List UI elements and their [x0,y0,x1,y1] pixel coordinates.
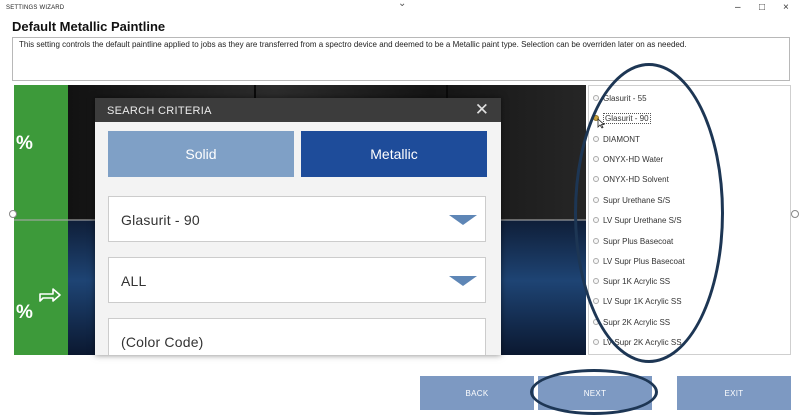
search-criteria-dialog: SEARCH CRITERIA ✕ Solid Metallic Glasuri… [95,98,501,355]
radio-item-onyx-hd-water[interactable]: ONYX-HD Water [593,153,663,165]
radio-button[interactable] [593,258,599,264]
radio-label: Glasurit - 90 [603,112,651,124]
radio-label: Supr 2K Acrylic SS [603,317,671,327]
app-name: SETTINGS WIZARD [6,5,65,11]
radio-item-glasurit-55[interactable]: Glasurit - 55 [593,92,647,104]
radio-item-lv-supr-urethane[interactable]: LV Supr Urethane S/S [593,214,682,226]
radio-label: ONYX-HD Solvent [603,174,669,184]
radio-button[interactable] [593,197,599,203]
paintline-dropdown-value: Glasurit - 90 [121,212,200,228]
radio-item-supr-2k-acrylic[interactable]: Supr 2K Acrylic SS [593,316,670,328]
collapse-chevron-icon[interactable]: ⌄ [398,0,406,9]
radio-label: Supr Plus Basecoat [603,236,674,246]
mouse-cursor-icon [597,116,605,134]
radio-item-supr-1k-acrylic[interactable]: Supr 1K Acrylic SS [593,275,670,287]
radio-button[interactable] [593,176,599,182]
radio-button[interactable] [593,217,599,223]
color-code-placeholder: (Color Code) [121,334,204,350]
radio-button[interactable] [593,278,599,284]
radio-label: Glasurit - 55 [603,93,647,103]
radio-label: Supr 1K Acrylic SS [603,276,671,286]
back-button[interactable]: BACK [420,376,534,410]
setting-description: This setting controls the default paintl… [12,37,790,81]
filter-dropdown[interactable]: ALL [108,257,486,303]
paintline-radio-list: Glasurit - 55 Glasurit - 90 DIAMONT ONYX… [588,85,791,355]
radio-button[interactable] [593,339,599,345]
radio-label: DIAMONT [603,134,640,144]
radio-item-onyx-hd-solvent[interactable]: ONYX-HD Solvent [593,173,669,185]
radio-item-diamont[interactable]: DIAMONT [593,133,640,145]
radio-label: LV Supr 1K Acrylic SS [603,296,682,306]
radio-item-lv-supr-2k-acrylic[interactable]: LV Supr 2K Acrylic SS [593,336,682,348]
close-button[interactable]: × [783,2,789,13]
radio-button[interactable] [593,238,599,244]
resize-handle-left[interactable] [9,210,17,218]
radio-label: Supr Urethane S/S [603,195,671,205]
title-bar: SETTINGS WIZARD ⌄ – □ × [0,0,804,16]
radio-button[interactable] [593,298,599,304]
dropdown-caret-icon[interactable] [449,276,477,286]
dialog-title: SEARCH CRITERIA [107,105,212,117]
export-arrow-icon[interactable] [38,285,62,308]
radio-item-supr-plus-basecoat[interactable]: Supr Plus Basecoat [593,235,673,247]
paintline-dropdown[interactable]: Glasurit - 90 [108,196,486,242]
radio-label: LV Supr 2K Acrylic SS [603,337,682,347]
radio-button[interactable] [593,319,599,325]
radio-item-supr-urethane[interactable]: Supr Urethane S/S [593,194,670,206]
radio-label: LV Supr Plus Basecoat [603,256,685,266]
percent-label-top: % [16,133,33,154]
page-title: Default Metallic Paintline [12,19,166,34]
dropdown-caret-icon[interactable] [449,215,477,225]
percent-label-bottom: % [16,302,33,323]
metallic-tab[interactable]: Metallic [301,131,487,177]
exit-button[interactable]: EXIT [677,376,791,410]
solid-tab[interactable]: Solid [108,131,294,177]
filter-dropdown-value: ALL [121,273,147,289]
resize-handle-right[interactable] [791,210,799,218]
radio-button[interactable] [593,95,599,101]
radio-button[interactable] [593,156,599,162]
radio-item-lv-supr-1k-acrylic[interactable]: LV Supr 1K Acrylic SS [593,295,682,307]
minimize-button[interactable]: – [735,2,741,13]
dialog-header: SEARCH CRITERIA ✕ [95,98,501,122]
next-button[interactable]: NEXT [538,376,652,410]
radio-label: LV Supr Urethane S/S [603,215,682,225]
radio-label: ONYX-HD Water [603,154,664,164]
dialog-close-icon[interactable]: ✕ [475,100,489,120]
color-code-input[interactable]: (Color Code) [108,318,486,355]
radio-button[interactable] [593,136,599,142]
maximize-button[interactable]: □ [759,2,765,13]
radio-item-lv-supr-plus-basecoat[interactable]: LV Supr Plus Basecoat [593,255,685,267]
